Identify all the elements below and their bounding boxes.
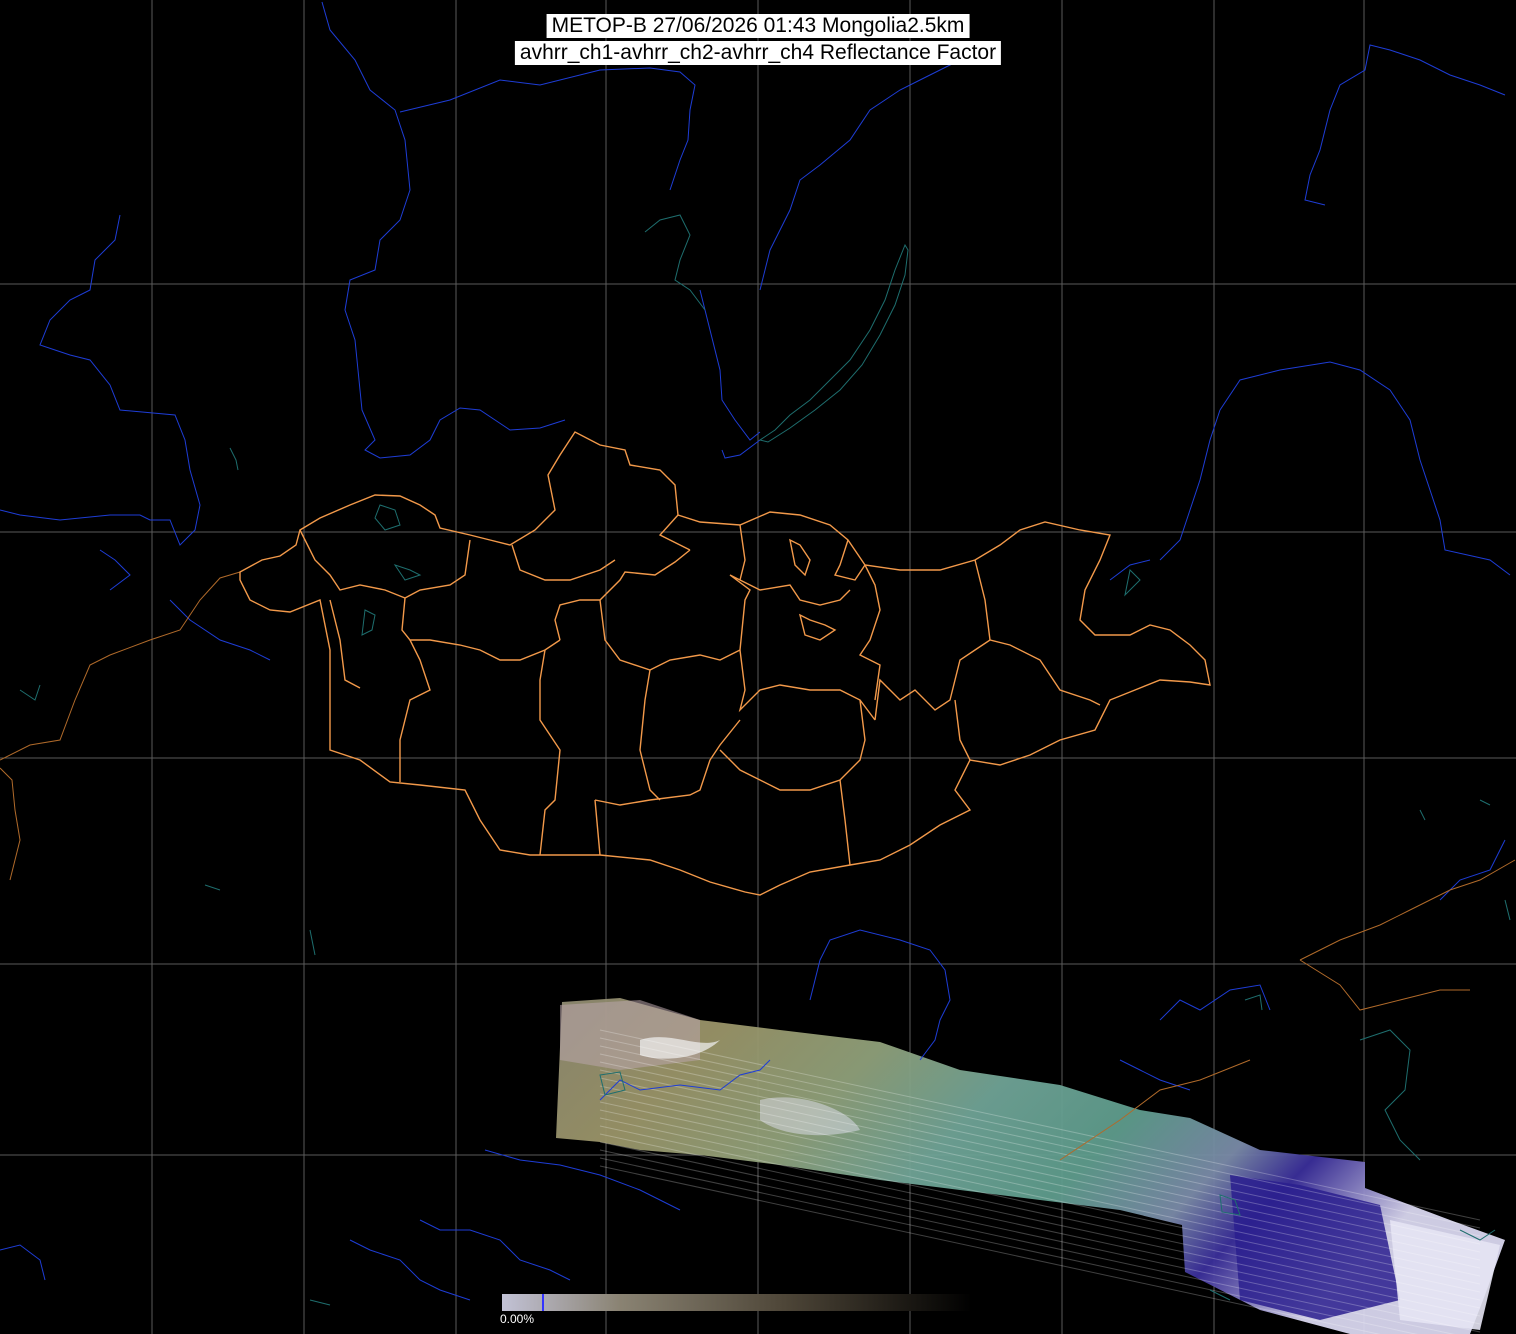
map-title-line1: METOP-B 27/06/2026 01:43 Mongolia2.5km [546,14,970,38]
mongolia-provinces [239,431,1211,896]
colorbar [502,1294,972,1311]
map-canvas[interactable] [0,0,1516,1334]
map-viewer: METOP-B 27/06/2026 01:43 Mongolia2.5km a… [0,0,1516,1334]
colorbar-min-label: 0.00% [499,1312,536,1326]
map-title-line2: avhrr_ch1-avhrr_ch2-avhrr_ch4 Reflectanc… [514,41,1002,65]
satellite-swath [556,998,1505,1334]
